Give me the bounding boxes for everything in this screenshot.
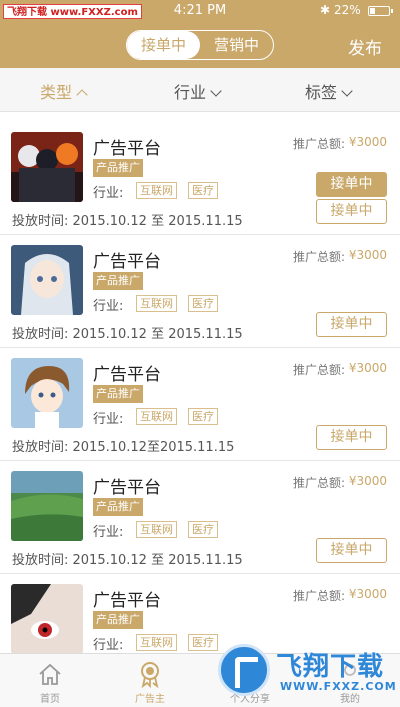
filter-industry-label: 行业 — [174, 83, 207, 102]
list-item[interactable]: 广告平台 产品推广 行业: 互联网 医疗 投放时间: 2015.10.12 至 … — [0, 122, 400, 235]
list-item[interactable]: 广告平台 产品推广 行业: 互联网 医疗 投放时间: 2015.10.12至20… — [0, 348, 400, 461]
take-order-button[interactable]: 接单中 — [316, 312, 387, 337]
industry-label: 行业: — [93, 412, 124, 427]
industry-chip-internet: 互联网 — [136, 634, 177, 651]
industry-label: 行业: — [93, 525, 124, 540]
segmented-control: 接单中 营销中 — [126, 30, 274, 60]
product-tag: 产品推广 — [93, 272, 143, 290]
amount-label: 推广总额: — [292, 363, 345, 377]
chevron-up-icon — [76, 89, 88, 101]
nav-bar: 接单中 营销中 发布 — [0, 22, 400, 68]
watermark-title: 飞翔下载 — [276, 652, 385, 682]
industry-chip-medical: 医疗 — [188, 182, 218, 199]
filter-type[interactable]: 类型 — [40, 79, 88, 103]
industry-chip-internet: 互联网 — [136, 408, 177, 425]
publish-button[interactable]: 发布 — [348, 34, 382, 59]
tab-advertiser-label: 广告主 — [135, 694, 165, 705]
product-tag: 产品推广 — [93, 611, 143, 629]
battery-percent: 22% — [334, 3, 361, 17]
segment-marketing[interactable]: 营销中 — [200, 31, 273, 59]
amount-value: ¥3000 — [348, 361, 387, 375]
watermark-url: WWW.FXXZ.COM — [280, 680, 397, 693]
tab-advertiser[interactable]: 广告主 — [100, 654, 200, 707]
placement-date: 投放时间: 2015.10.12 至 2015.11.15 — [12, 553, 243, 568]
filter-tags[interactable]: 标签 — [305, 79, 353, 103]
amount-value: ¥3000 — [348, 587, 387, 601]
anime-eye-icon — [11, 584, 83, 654]
anime-girl-icon — [11, 245, 83, 315]
take-order-button[interactable]: 接单中 — [316, 425, 387, 450]
battery-icon — [368, 6, 393, 16]
watermark-logo-icon — [218, 644, 270, 696]
tab-home[interactable]: 首页 — [0, 654, 100, 707]
product-tag: 产品推广 — [93, 159, 143, 177]
industry-chip-internet: 互联网 — [136, 182, 177, 199]
item-title: 广告平台 — [93, 139, 161, 159]
amount-label: 推广总额: — [292, 589, 345, 603]
industry-chip-medical: 医疗 — [188, 521, 218, 538]
product-tag: 产品推广 — [93, 385, 143, 403]
filter-industry[interactable]: 行业 — [174, 79, 222, 103]
industry-label: 行业: — [93, 299, 124, 314]
industry-label: 行业: — [93, 186, 124, 201]
placement-date: 投放时间: 2015.10.12 至 2015.11.15 — [12, 327, 243, 342]
industry-chip-internet: 互联网 — [136, 295, 177, 312]
status-bar: 飞翔下载 www.FXXZ.com 4:21 PM ✱ 22% — [0, 0, 400, 22]
badge-icon — [141, 662, 159, 688]
amount-label: 推广总额: — [292, 476, 345, 490]
amount-value: ¥3000 — [348, 474, 387, 488]
placement-date: 投放时间: 2015.10.12至2015.11.15 — [12, 440, 235, 455]
take-order-button[interactable]: 接单中 — [316, 538, 387, 563]
list-item[interactable]: 广告平台 产品推广 行业: 互联网 医疗 推广总额: ¥3000 — [0, 574, 400, 654]
industry-label: 行业: — [93, 638, 124, 653]
segment-taking-orders[interactable]: 接单中 — [127, 31, 200, 59]
filter-tags-label: 标签 — [305, 83, 338, 102]
tab-home-label: 首页 — [40, 694, 60, 705]
list-item[interactable]: 广告平台 产品推广 行业: 互联网 医疗 投放时间: 2015.10.12 至 … — [0, 235, 400, 348]
item-title: 广告平台 — [93, 252, 161, 272]
landscape-icon — [11, 471, 83, 541]
item-title: 广告平台 — [93, 478, 161, 498]
ad-list: 广告平台 产品推广 行业: 互联网 医疗 投放时间: 2015.10.12 至 … — [0, 122, 400, 654]
list-item[interactable]: 广告平台 产品推广 行业: 互联网 医疗 投放时间: 2015.10.12 至 … — [0, 461, 400, 574]
item-title: 广告平台 — [93, 591, 161, 611]
chevron-down-icon — [341, 85, 353, 97]
watermark-logo: 飞翔下载 WWW.FXXZ.COM — [212, 640, 400, 702]
amount-value: ¥3000 — [348, 248, 387, 262]
industry-chip-medical: 医疗 — [188, 295, 218, 312]
filter-type-label: 类型 — [40, 83, 73, 102]
chevron-down-icon — [210, 85, 222, 97]
amount-value: ¥3000 — [348, 135, 387, 149]
product-tag: 产品推广 — [93, 498, 143, 516]
filter-bar: 类型 行业 标签 — [0, 68, 400, 112]
anime-group-icon — [11, 132, 83, 202]
take-order-button[interactable]: 接单中 — [316, 199, 387, 224]
home-icon — [39, 663, 61, 685]
item-title: 广告平台 — [93, 365, 161, 385]
industry-chip-internet: 互联网 — [136, 521, 177, 538]
take-order-button[interactable]: 接单中 — [316, 172, 387, 197]
amount-label: 推广总额: — [292, 250, 345, 264]
industry-chip-medical: 医疗 — [188, 408, 218, 425]
anime-boy-icon — [11, 358, 83, 428]
bluetooth-icon: ✱ — [320, 3, 331, 17]
amount-label: 推广总额: — [292, 137, 345, 151]
placement-date: 投放时间: 2015.10.12 至 2015.11.15 — [12, 214, 243, 229]
